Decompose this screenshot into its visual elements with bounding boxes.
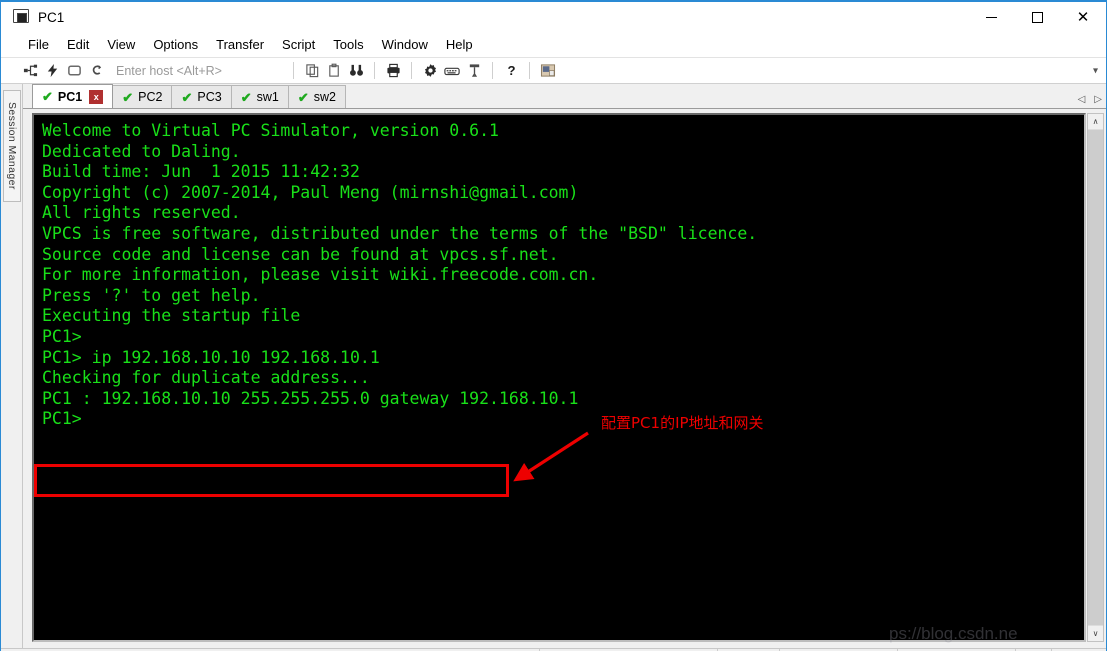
terminal-command-line: PC1> ip 192.168.10.10 192.168.10.1 xyxy=(42,347,380,367)
menu-item-help[interactable]: Help xyxy=(437,34,482,55)
terminal-prompt-line: PC1> xyxy=(42,409,82,429)
terminal-line: Executing the startup file xyxy=(42,306,301,326)
terminal-line: Source code and license can be found at … xyxy=(42,244,559,264)
connected-check-icon: ✔ xyxy=(122,89,134,105)
scrollbar-thumb[interactable] xyxy=(1088,130,1103,625)
tab-sw2[interactable]: ✔ sw2 xyxy=(287,85,346,108)
terminal-line: Checking for duplicate address... xyxy=(42,368,370,388)
menu-item-view[interactable]: View xyxy=(98,34,144,55)
toolbar-separator xyxy=(374,62,375,79)
connect-icon[interactable] xyxy=(19,60,41,82)
window-title: PC1 xyxy=(38,9,65,25)
tab-close-icon[interactable]: x xyxy=(89,89,104,104)
terminal-screen[interactable]: Welcome to Virtual PC Simulator, version… xyxy=(32,113,1086,642)
terminal-scrollbar[interactable]: ∧ ∨ xyxy=(1087,113,1104,642)
toolbar: Enter host <Alt+R> ? ▾ xyxy=(1,58,1106,84)
key-icon[interactable] xyxy=(463,60,485,82)
tab-pc1-label: PC1 xyxy=(57,89,83,104)
find-icon[interactable] xyxy=(345,60,367,82)
host-input[interactable]: Enter host <Alt+R> xyxy=(116,64,286,78)
tab-sw2-label: sw2 xyxy=(313,90,336,104)
paste-icon[interactable] xyxy=(323,60,345,82)
keyboard-icon[interactable] xyxy=(441,60,463,82)
maximize-button[interactable] xyxy=(1014,2,1060,32)
quick-connect-icon[interactable] xyxy=(41,60,63,82)
terminal-area: Welcome to Virtual PC Simulator, version… xyxy=(23,109,1106,648)
terminal-line: Press '?' to get help. xyxy=(42,285,261,305)
menu-item-file[interactable]: File xyxy=(19,34,58,55)
settings-gear-icon[interactable] xyxy=(419,60,441,82)
connected-check-icon: ✔ xyxy=(297,89,309,105)
tab-pc3-label: PC3 xyxy=(197,90,222,104)
minimize-button[interactable] xyxy=(968,2,1014,32)
terminal-line: All rights reserved. xyxy=(42,203,241,223)
minimize-icon xyxy=(985,16,997,18)
scroll-up-icon[interactable]: ∧ xyxy=(1088,114,1103,130)
menu-item-script[interactable]: Script xyxy=(273,34,324,55)
tab-pc2[interactable]: ✔ PC2 xyxy=(112,85,173,108)
session-manager-sidebar: Session Manager xyxy=(1,84,23,648)
terminal-prompt-line: PC1> xyxy=(42,326,82,346)
window-controls: ✕ xyxy=(968,2,1106,32)
terminal-line: PC1 : 192.168.10.10 255.255.255.0 gatewa… xyxy=(42,388,579,408)
terminal-line: Welcome to Virtual PC Simulator, version… xyxy=(42,121,499,140)
tab-pc1[interactable]: ✔ PC1 x xyxy=(32,84,114,108)
scrollbar-track[interactable] xyxy=(1088,130,1103,625)
tab-sw1-label: sw1 xyxy=(256,90,279,104)
menu-item-transfer[interactable]: Transfer xyxy=(207,34,273,55)
toolbar-separator xyxy=(492,62,493,79)
scroll-down-icon[interactable]: ∨ xyxy=(1088,625,1103,641)
close-icon: ✕ xyxy=(1076,7,1090,26)
reconnect-icon[interactable] xyxy=(63,60,85,82)
annotation-caption: 配置PC1的IP地址和网关 xyxy=(601,414,764,432)
crt-terminal-window: PC1 ✕ File Edit View Options Transfer Sc… xyxy=(0,0,1107,651)
menu-item-edit[interactable]: Edit xyxy=(58,34,98,55)
toolbar-separator xyxy=(293,62,294,79)
terminal-line: Dedicated to Daling. xyxy=(42,141,241,161)
connected-check-icon: ✔ xyxy=(181,89,193,105)
tab-scroll-left-icon[interactable]: ◁ xyxy=(1078,94,1086,105)
toolbar-separator xyxy=(411,62,412,79)
terminal-line: For more information, please visit wiki.… xyxy=(42,265,599,285)
help-icon[interactable]: ? xyxy=(500,60,522,82)
session-manager-tab[interactable]: Session Manager xyxy=(3,90,21,202)
copy-icon[interactable] xyxy=(301,60,323,82)
connected-check-icon: ✔ xyxy=(42,89,53,104)
terminal-window-icon xyxy=(13,8,30,26)
menu-item-window[interactable]: Window xyxy=(373,34,437,55)
maximize-icon xyxy=(1031,11,1043,23)
svg-text:?: ? xyxy=(507,63,515,78)
terminal-line: Copyright (c) 2007-2014, Paul Meng (mirn… xyxy=(42,182,579,202)
terminal-line: Build time: Jun 1 2015 11:42:32 xyxy=(42,162,360,182)
session-manager-label: Session Manager xyxy=(6,102,18,190)
tab-pc3[interactable]: ✔ PC3 xyxy=(171,85,232,108)
toolbar-separator xyxy=(529,62,530,79)
menu-item-tools[interactable]: Tools xyxy=(324,34,372,55)
tab-sw1[interactable]: ✔ sw1 xyxy=(230,85,289,108)
tab-pc2-label: PC2 xyxy=(138,90,163,104)
session-tab-strip: ✔ PC1 x ✔ PC2 ✔ PC3 ✔ sw1 ✔ sw2 ◁ ▷ xyxy=(23,84,1106,109)
session-options-icon[interactable] xyxy=(537,60,559,82)
disconnect-icon[interactable] xyxy=(85,60,107,82)
print-icon[interactable] xyxy=(382,60,404,82)
close-button[interactable]: ✕ xyxy=(1060,2,1106,32)
menu-item-options[interactable]: Options xyxy=(144,34,207,55)
terminal-line: VPCS is free software, distributed under… xyxy=(42,223,758,243)
main-body: Session Manager ✔ PC1 x ✔ PC2 ✔ PC3 ✔ sw… xyxy=(1,84,1106,648)
title-bar: PC1 ✕ xyxy=(1,2,1106,32)
tab-scroll-right-icon[interactable]: ▷ xyxy=(1094,94,1102,105)
tab-scroll-controls: ◁ ▷ xyxy=(1078,94,1102,105)
connected-check-icon: ✔ xyxy=(240,89,252,105)
menu-bar: File Edit View Options Transfer Script T… xyxy=(1,32,1106,58)
toolbar-overflow-icon[interactable]: ▾ xyxy=(1093,65,1098,76)
